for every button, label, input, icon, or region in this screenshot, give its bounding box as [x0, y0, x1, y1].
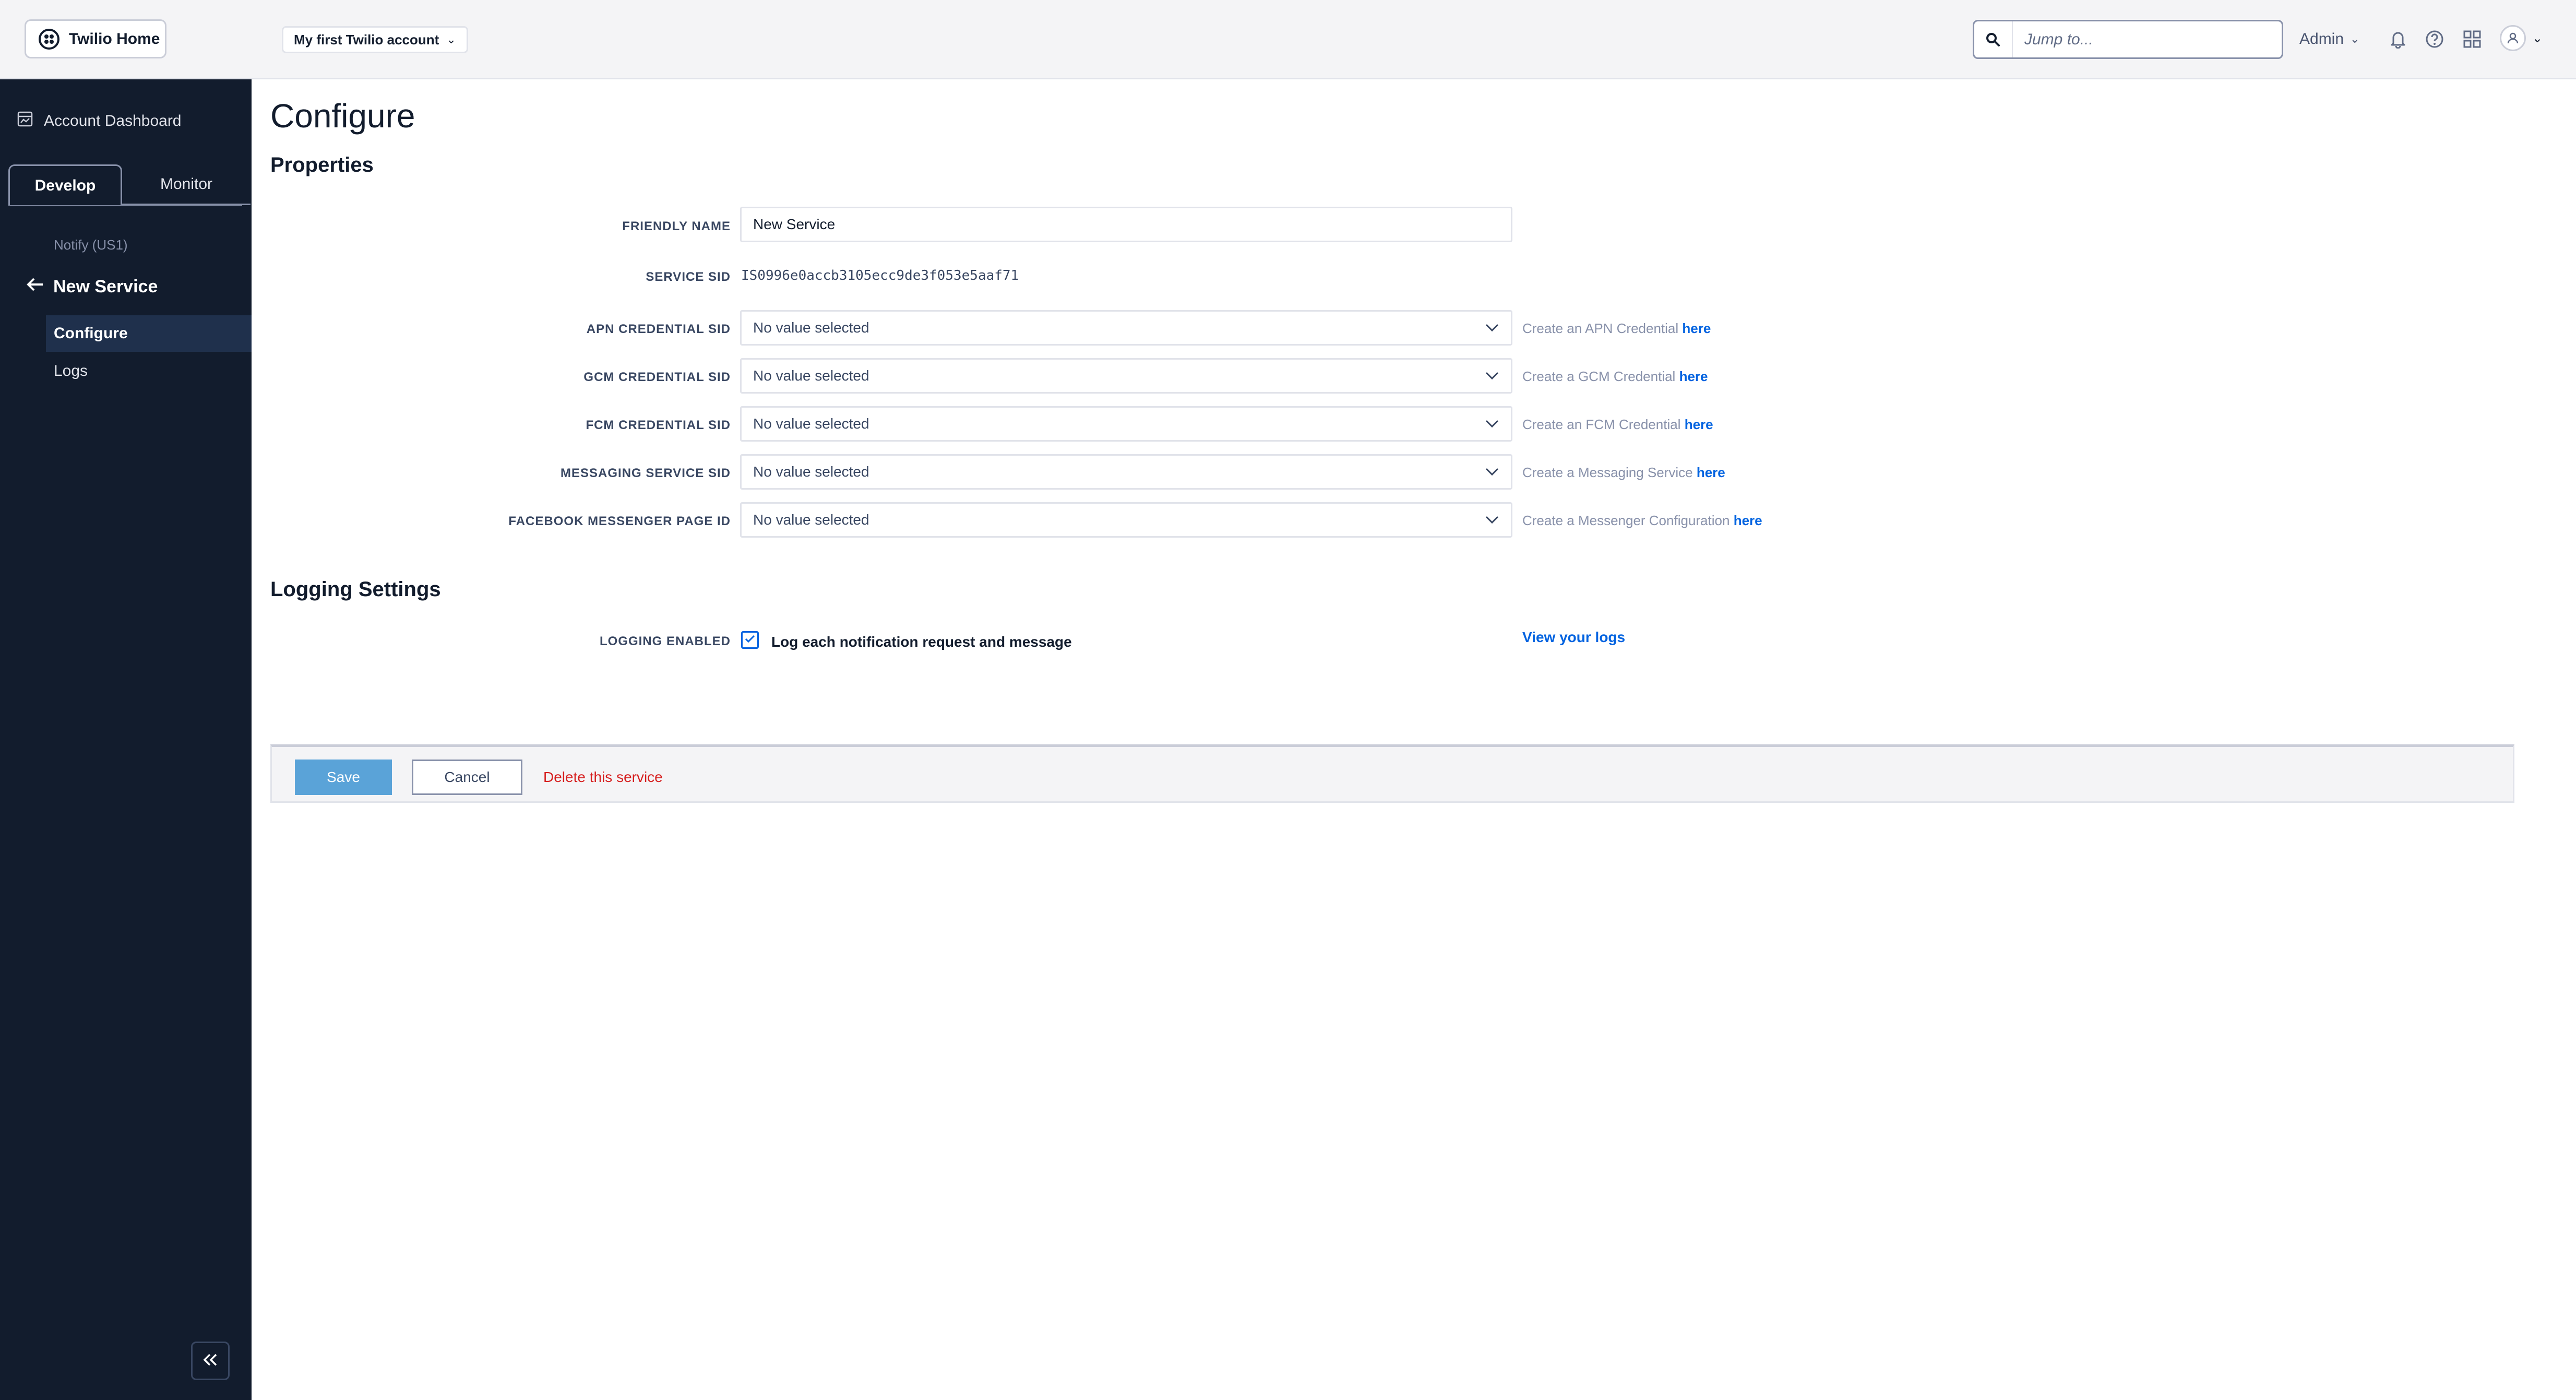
- double-chevron-left-icon: [202, 1353, 218, 1369]
- facebook-messenger-value: No value selected: [753, 512, 869, 528]
- search-input[interactable]: [2024, 30, 2264, 49]
- chevron-down-icon: ⌄: [446, 33, 456, 46]
- apn-credential-value: No value selected: [753, 319, 869, 336]
- gcm-credential-value: No value selected: [753, 367, 869, 384]
- messaging-service-hint: Create a Messaging Service here: [1522, 465, 1725, 481]
- logging-enabled-label: LOGGING ENABLED: [599, 634, 731, 648]
- apn-hint-text: Create an APN Credential: [1522, 321, 1679, 336]
- fcm-create-link[interactable]: here: [1685, 417, 1713, 432]
- messaging-service-label: MESSAGING SERVICE SID: [560, 466, 731, 480]
- fcm-hint-text: Create an FCM Credential: [1522, 417, 1681, 432]
- service-sid-label: SERVICE SID: [646, 270, 731, 284]
- twilio-logo-icon: [39, 28, 59, 50]
- account-dashboard-link[interactable]: Account Dashboard: [17, 111, 182, 132]
- chevron-down-icon: ⌄: [2532, 31, 2543, 45]
- messaging-hint-text: Create a Messaging Service: [1522, 465, 1693, 480]
- friendly-name-label: FRIENDLY NAME: [622, 219, 731, 233]
- fcm-credential-hint: Create an FCM Credential here: [1522, 417, 1713, 433]
- search-box[interactable]: [1973, 20, 2283, 59]
- account-selector[interactable]: My first Twilio account ⌄: [282, 26, 468, 53]
- chevron-down-icon: [1485, 367, 1499, 384]
- messaging-service-select[interactable]: No value selected: [740, 454, 1512, 490]
- twilio-home-label: Twilio Home: [69, 30, 160, 48]
- checkmark-icon: [744, 634, 756, 646]
- messenger-create-link[interactable]: here: [1734, 513, 1762, 528]
- chevron-down-icon: [1485, 319, 1499, 336]
- logging-enabled-checkbox[interactable]: [741, 631, 759, 649]
- facebook-messenger-select[interactable]: No value selected: [740, 502, 1512, 538]
- twilio-home-button[interactable]: Twilio Home: [25, 19, 166, 58]
- gcm-credential-select[interactable]: No value selected: [740, 358, 1512, 394]
- user-menu[interactable]: ⌄: [2500, 25, 2543, 51]
- page-title: Configure: [270, 97, 415, 135]
- messaging-service-value: No value selected: [753, 464, 869, 480]
- friendly-name-input[interactable]: [740, 207, 1512, 242]
- admin-label: Admin: [2299, 30, 2344, 48]
- fcm-credential-label: FCM CREDENTIAL SID: [586, 418, 731, 432]
- user-avatar-icon: [2500, 25, 2526, 51]
- fcm-credential-select[interactable]: No value selected: [740, 406, 1512, 442]
- apn-credential-select[interactable]: No value selected: [740, 310, 1512, 346]
- collapse-sidebar-button[interactable]: [191, 1342, 230, 1380]
- facebook-messenger-label: FACEBOOK MESSENGER PAGE ID: [508, 514, 731, 528]
- arrow-left-icon: [26, 277, 44, 297]
- messaging-create-link[interactable]: here: [1697, 465, 1725, 480]
- logging-checkbox-label[interactable]: Log each notification request and messag…: [771, 634, 1072, 650]
- search-divider: [2012, 21, 2013, 57]
- help-icon[interactable]: [2423, 27, 2447, 51]
- dashboard-icon: [17, 111, 33, 132]
- logging-settings-heading: Logging Settings: [270, 578, 441, 601]
- service-title: New Service: [53, 277, 158, 296]
- chevron-down-icon: ⌄: [2350, 32, 2360, 45]
- chevron-down-icon: [1485, 464, 1499, 480]
- apn-credential-hint: Create an APN Credential here: [1522, 321, 1711, 337]
- save-button[interactable]: Save: [295, 760, 392, 795]
- facebook-messenger-hint: Create a Messenger Configuration here: [1522, 513, 1762, 529]
- sidebar: Account Dashboard Develop Monitor Notify…: [0, 79, 252, 1400]
- view-logs-link[interactable]: View your logs: [1522, 629, 1625, 646]
- chevron-down-icon: [1485, 512, 1499, 528]
- cancel-button[interactable]: Cancel: [412, 760, 522, 795]
- gcm-create-link[interactable]: here: [1679, 369, 1708, 384]
- fcm-credential-value: No value selected: [753, 416, 869, 432]
- apn-credential-label: APN CREDENTIAL SID: [586, 322, 731, 336]
- back-to-service-link[interactable]: New Service: [26, 277, 158, 297]
- sidebar-item-logs[interactable]: Logs: [46, 353, 252, 389]
- search-icon: [1974, 32, 2012, 47]
- top-bar: Twilio Home My first Twilio account ⌄ Ad…: [0, 0, 2576, 79]
- delete-service-link[interactable]: Delete this service: [543, 769, 663, 786]
- gcm-credential-hint: Create a GCM Credential here: [1522, 369, 1708, 385]
- tab-monitor[interactable]: Monitor: [122, 164, 251, 205]
- apn-create-link[interactable]: here: [1682, 321, 1711, 336]
- gcm-hint-text: Create a GCM Credential: [1522, 369, 1676, 384]
- bell-icon[interactable]: [2386, 27, 2410, 51]
- messenger-hint-text: Create a Messenger Configuration: [1522, 513, 1730, 528]
- admin-menu[interactable]: Admin ⌄: [2299, 26, 2359, 52]
- account-dashboard-label: Account Dashboard: [44, 112, 182, 129]
- sidebar-tabs: Develop Monitor: [8, 164, 251, 205]
- tab-develop[interactable]: Develop: [8, 164, 122, 205]
- account-name: My first Twilio account: [294, 31, 439, 48]
- properties-heading: Properties: [270, 153, 374, 176]
- service-sid-value: IS0996e0accb3105ecc9de3f053e5aaf71: [741, 268, 1019, 283]
- apps-grid-icon[interactable]: [2460, 27, 2484, 51]
- form-action-bar: Save Cancel Delete this service: [270, 744, 2514, 803]
- sidebar-item-configure[interactable]: Configure: [46, 315, 252, 352]
- gcm-credential-label: GCM CREDENTIAL SID: [583, 370, 731, 384]
- sidebar-section-label: Notify (US1): [54, 237, 128, 253]
- chevron-down-icon: [1485, 416, 1499, 432]
